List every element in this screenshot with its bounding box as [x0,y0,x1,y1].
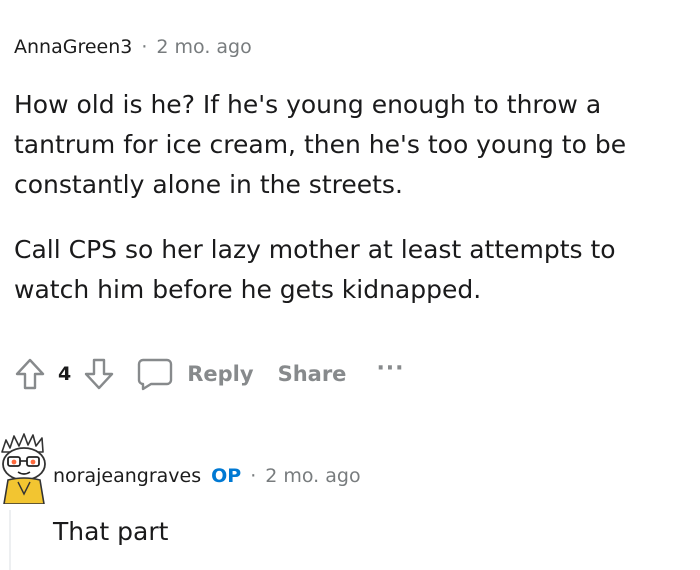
meta-separator: · [250,465,257,487]
comment-paragraph: Call CPS so her lazy mother at least att… [14,235,616,304]
op-badge: OP [211,465,242,487]
comment-paragraph: How old is he? If he's young enough to t… [14,90,627,199]
reply-button[interactable]: Reply [137,357,254,391]
reply-label: Reply [187,362,254,386]
thread-line[interactable] [9,510,11,570]
comment-body: How old is he? If he's young enough to t… [14,85,684,310]
vote-count: 4 [58,363,72,385]
comment-action-bar: 4 Reply Share ··· [14,352,405,396]
upvote-button[interactable] [14,357,46,391]
comment-timestamp[interactable]: 2 mo. ago [156,36,251,58]
reply-header: norajeangraves OP · 2 mo. ago [53,462,361,490]
share-button[interactable]: Share [278,362,347,386]
snoo-avatar-icon[interactable] [0,430,50,504]
speech-bubble-icon [138,358,173,391]
upvote-arrow-icon [15,358,45,390]
downvote-button[interactable] [83,357,115,391]
more-dots-icon[interactable]: ··· [376,356,404,381]
reply-author[interactable]: norajeangraves [53,465,201,487]
reply-timestamp[interactable]: 2 mo. ago [265,465,360,487]
comment-header: AnnaGreen3 · 2 mo. ago [14,34,252,60]
reply-body: That part [53,517,169,546]
meta-separator: · [141,36,148,58]
downvote-arrow-icon [85,358,114,390]
comment-author[interactable]: AnnaGreen3 [14,36,132,58]
